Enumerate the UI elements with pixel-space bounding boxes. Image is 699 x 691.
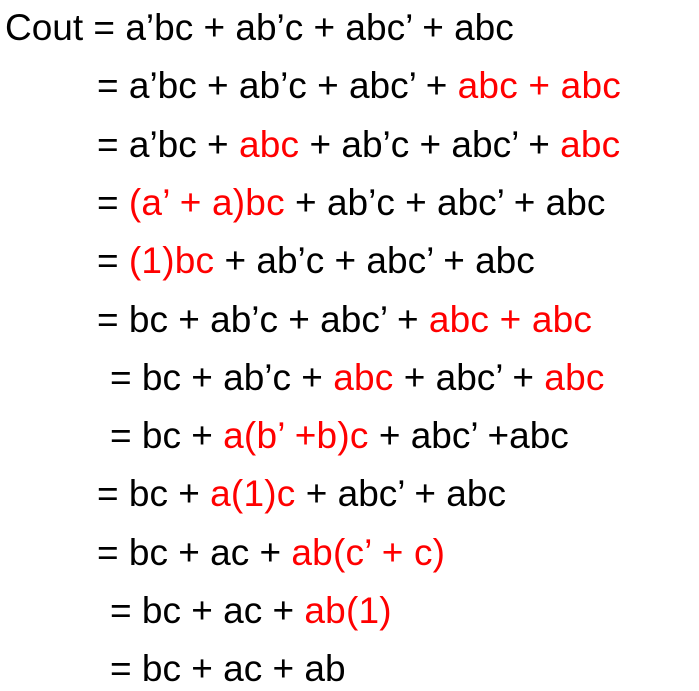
highlighted-term: abc [238,123,300,165]
equation-text: = a’bc + [97,123,239,165]
highlighted-term: (1)bc [128,240,215,282]
equation-line-cout: Cout = a’bc + ab’c + abc’ + abc [5,6,514,50]
highlighted-term: abc [333,356,394,398]
equation-text: = [97,240,129,282]
equation-text: + ab’c + abc’ + [299,123,561,165]
equation-text: = bc + ac + [110,590,305,631]
highlighted-term: ab(c’ + c) [291,531,446,573]
equation-text: = bc + ab’c + [110,356,334,398]
equation-text: + abc’ +abc [368,415,569,457]
equation-text: = bc + ac + ab [110,648,346,690]
equation-text: + abc’ + abc [295,473,506,515]
equation-line: = bc + a(b’ +b)c + abc’ +abc [110,414,569,458]
equation-text: + abc’ + [393,356,545,398]
equation-line: = (a’ + a)bc + ab’c + abc’ + abc [97,181,605,225]
equation-line: = bc + a(1)c + abc’ + abc [97,472,506,516]
highlighted-term: (a’ + a)bc [128,181,285,223]
equation-text: + ab’c + abc’ + abc [284,181,606,223]
equation-line: = bc + ab’c + abc’ + abc + abc [97,298,592,342]
highlighted-term: abc + abc [428,298,593,340]
equation-line: = a’bc + ab’c + abc’ + abc + abc [97,64,621,108]
highlighted-term: a(b’ +b)c [223,415,369,457]
equation-line: = (1)bc + ab’c + abc’ + abc [97,239,535,283]
equation-line: = bc + ab’c + abc + abc’ + abc [110,356,605,400]
equation-text: = a’bc + ab’c + abc’ + [97,65,458,107]
highlighted-term: abc [544,356,605,398]
highlighted-term: ab(1) [304,590,392,631]
equation-text: + ab’c + abc’ + abc [214,240,535,282]
highlighted-term: a(1)c [210,473,296,515]
equation-text: = bc + ac + [97,531,292,573]
equation-text: = [97,181,129,223]
equation-text: = bc + ab’c + abc’ + [97,298,429,340]
equation-text: = bc + [97,473,211,515]
equation-line: = a’bc + abc + ab’c + abc’ + abc [97,123,620,167]
highlighted-term: abc + abc [457,65,621,107]
equation-text: Cout = a’bc + ab’c + abc’ + abc [5,7,514,48]
equation-line: = bc + ac + ab(1) [110,589,392,633]
equation-text: = bc + [110,415,224,457]
equation-line: = bc + ac + ab(c’ + c) [97,531,445,575]
equation-line: = bc + ac + ab [110,647,346,691]
highlighted-term: abc [560,123,621,165]
